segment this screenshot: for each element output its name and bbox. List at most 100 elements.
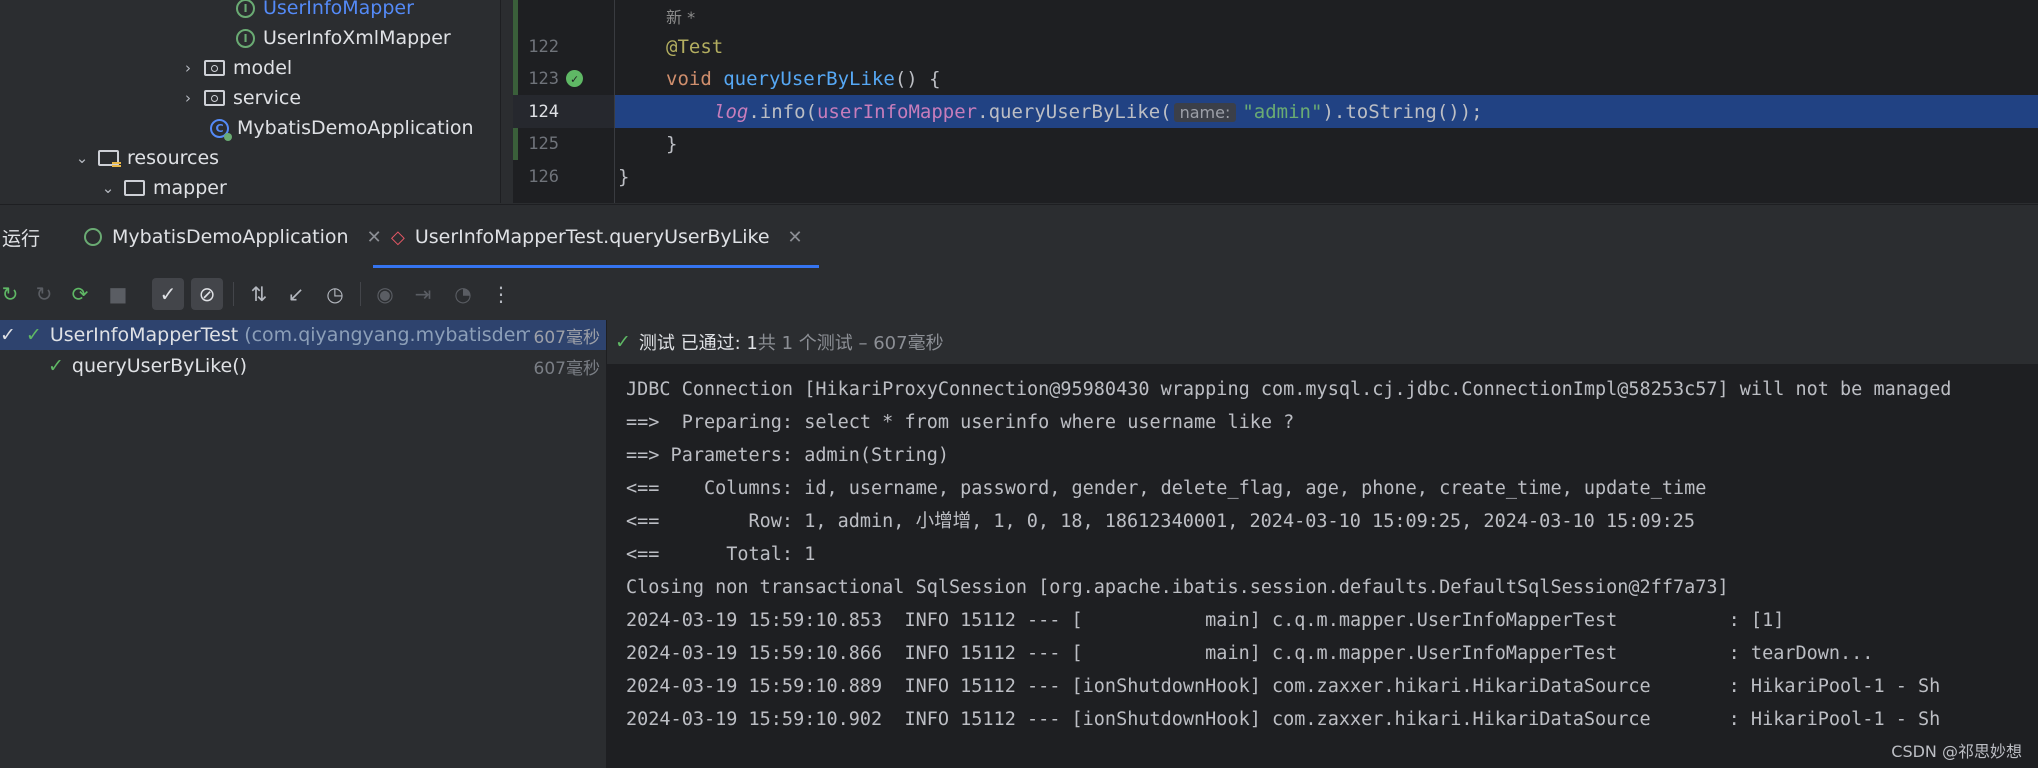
tab-mybatisdemoapplication[interactable]: MybatisDemoApplication ✕ [84, 205, 382, 269]
parameter-hint: name: [1173, 102, 1237, 122]
test-tree-row-root[interactable]: ✓ ✓ UserInfoMapperTest (com.qiyangyang.m… [0, 320, 606, 350]
export-icon[interactable]: ⇥ [407, 278, 439, 310]
tree-item-mybatisdemoapplication[interactable]: C MybatisDemoApplication [210, 113, 474, 143]
stop-icon[interactable]: ■ [102, 278, 134, 310]
show-ignored-icon[interactable]: ⊘ [191, 278, 223, 310]
tree-item-label: resources [127, 147, 220, 169]
code-line-125: 125 } [501, 128, 2038, 160]
line-number: 124 [528, 101, 559, 122]
console-line: <== Columns: id, username, password, gen… [626, 478, 1707, 499]
test-class-name: UserInfoMapperTest [49, 324, 239, 346]
test-status-summary: 共 1 个测试 – 607毫秒 [757, 333, 944, 354]
console-line: ==> Preparing: select * from userinfo wh… [626, 412, 1295, 433]
tree-item-mapper[interactable]: ⌄ mapper [100, 173, 227, 203]
test-status-main: 测试 已通过: 1 [638, 333, 758, 354]
resources-folder-icon [98, 150, 121, 168]
console-line: 2024-03-19 15:59:10.902 INFO 15112 --- [… [626, 709, 1941, 730]
tree-item-service[interactable]: › service [180, 83, 301, 113]
chevron-right-icon[interactable]: › [180, 59, 196, 77]
pass-check-icon: ✓ [25, 324, 42, 346]
run-tab-bar: 运行 MybatisDemoApplication ✕ ◇ UserInfoMa… [0, 204, 2038, 269]
code-call: .queryUserByLike( [977, 100, 1172, 123]
rerun-icon[interactable]: ↻ [0, 278, 26, 310]
package-folder-icon [204, 60, 225, 76]
method-name: queryUserByLike [723, 68, 895, 90]
interface-icon: I [236, 28, 255, 48]
interface-icon: I [236, 0, 255, 18]
spring-run-icon [84, 228, 102, 246]
watermark-text: CSDN @祁思妙想 [1891, 742, 2022, 761]
annotation-test: @Test [666, 36, 724, 58]
test-status-row: ✓ 测试 已通过: 1 共 1 个测试 – 607毫秒 [607, 320, 2038, 364]
keyword-void: void [666, 68, 712, 90]
console-line: 2024-03-19 15:59:10.853 INFO 15112 --- [… [626, 610, 1785, 631]
toolbar-separator [360, 282, 361, 306]
mapper-field: userInfoMapper [816, 100, 978, 123]
test-diff-icon: ◇ [391, 226, 405, 248]
code-comment-line: 新 * [501, 0, 2038, 32]
chevron-down-icon[interactable]: ⌄ [100, 179, 116, 197]
code-line-124: 124 log.info(userInfoMapper.queryUserByL… [501, 95, 2038, 128]
sort-icon[interactable]: ⇅ [243, 278, 275, 310]
code-punct: } [666, 133, 678, 155]
console-line: <== Total: 1 [626, 544, 816, 565]
coverage-icon[interactable]: ◔ [447, 278, 479, 310]
tree-item-label: UserInfoMapper [263, 0, 414, 19]
run-test-gutter-icon[interactable]: ✓ [566, 70, 583, 87]
line-number: 122 [528, 37, 559, 57]
console-line: 2024-03-19 15:59:10.866 INFO 15112 --- [… [626, 643, 1874, 664]
code-punct: } [618, 166, 630, 188]
gutter-divider [614, 0, 615, 203]
tab-label: UserInfoMapperTest.queryUserByLike [414, 226, 770, 248]
test-duration: 607毫秒 [533, 358, 600, 379]
tree-item-userinfomapper[interactable]: I UserInfoMapper [236, 0, 414, 23]
code-line-123: 123 ✓ void queryUserByLike() { [501, 63, 2038, 95]
test-package: (com.qiyangyang.mybatisdemo [244, 324, 546, 346]
test-tree-row-method[interactable]: ✓ queryUserByLike() 607毫秒 [0, 351, 606, 381]
string-literal: "admin" [1242, 100, 1323, 123]
tree-item-label: model [233, 57, 293, 79]
tree-item-userinfoxmlmapper[interactable]: I UserInfoXmlMapper [236, 23, 451, 53]
author-hint: 新 * [666, 8, 696, 27]
tree-item-label: service [233, 87, 302, 109]
log-field: log [714, 100, 749, 123]
history-icon[interactable]: ◷ [319, 278, 351, 310]
toggle-auto-test-icon[interactable]: ⟳ [64, 278, 96, 310]
code-call: ).toString()); [1322, 100, 1483, 123]
code-call: .info( [748, 100, 817, 123]
tab-label: MybatisDemoApplication [112, 226, 349, 248]
pass-check-icon: ✓ [48, 355, 64, 377]
console-output[interactable]: ✓ 测试 已通过: 1 共 1 个测试 – 607毫秒 JDBC Connect… [607, 320, 2038, 768]
collapse-icon[interactable]: ↙ [280, 278, 312, 310]
spring-class-icon: C [210, 118, 232, 141]
code-punct: () { [894, 68, 941, 90]
tree-item-resources[interactable]: ⌄ resources [74, 143, 219, 173]
test-method-name: queryUserByLike() [71, 355, 248, 377]
package-folder-icon [204, 90, 225, 106]
tree-item-label: UserInfoXmlMapper [263, 27, 451, 49]
line-number: 125 [528, 134, 559, 154]
show-passed-icon[interactable]: ✓ [152, 278, 184, 310]
console-line: JDBC Connection [HikariProxyConnection@9… [626, 379, 1952, 400]
rerun-failed-icon[interactable]: ↻ [28, 278, 60, 310]
chevron-right-icon[interactable]: › [180, 89, 196, 107]
toolbar-separator [233, 282, 234, 306]
chevron-down-icon[interactable]: ✓ [0, 324, 16, 346]
more-icon[interactable]: ⋮ [485, 278, 517, 310]
console-line: Closing non transactional SqlSession [or… [626, 577, 1729, 598]
run-title: 运行 [2, 227, 41, 250]
run-tool-window-title: 运行 [2, 205, 40, 269]
console-line: 2024-03-19 15:59:10.889 INFO 15112 --- [… [626, 676, 1941, 697]
folder-icon [124, 180, 145, 196]
tree-item-model[interactable]: › model [180, 53, 292, 83]
tree-item-label: mapper [153, 177, 227, 199]
tree-item-label: MybatisDemoApplication [237, 117, 474, 139]
code-line-126: 126 } [501, 161, 2038, 193]
close-icon[interactable]: ✕ [788, 227, 803, 248]
tab-userinfomappertest[interactable]: ◇ UserInfoMapperTest.queryUserByLike ✕ [373, 205, 819, 269]
code-editor[interactable]: 新 * 122 @Test 123 ✓ void queryUserByLike… [501, 0, 2038, 203]
console-line: ==> Parameters: admin(String) [626, 445, 950, 466]
screenshot-icon[interactable]: ◉ [369, 278, 401, 310]
chevron-down-icon[interactable]: ⌄ [74, 149, 90, 167]
line-number: 126 [528, 167, 559, 187]
